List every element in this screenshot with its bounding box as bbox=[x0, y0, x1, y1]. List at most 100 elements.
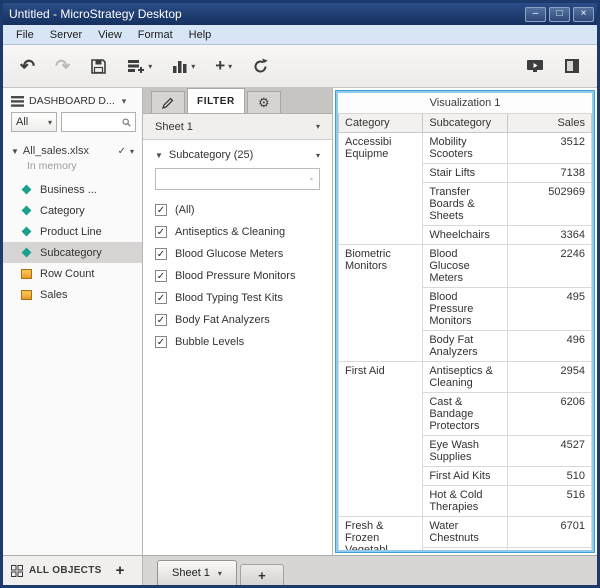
menu-view[interactable]: View bbox=[90, 27, 130, 43]
visualization[interactable]: Visualization 1 Category Subcategory Sales… bbox=[335, 90, 595, 553]
filter-option-blood-typing-test-kits[interactable]: ✓ Blood Typing Test Kits bbox=[143, 287, 332, 309]
sales-cell[interactable]: 3364 bbox=[506, 225, 592, 245]
redo-button[interactable]: ↷ bbox=[50, 53, 75, 79]
filter-option-all[interactable]: ✓ (All) bbox=[143, 199, 332, 221]
sales-cell[interactable]: 6701 bbox=[506, 516, 592, 548]
add-object-button[interactable]: + bbox=[116, 562, 125, 579]
sales-cell[interactable]: 496 bbox=[506, 330, 592, 362]
filter-option-label: Antiseptics & Cleaning bbox=[175, 226, 286, 238]
filter-option-blood-glucose-meters[interactable]: ✓ Blood Glucose Meters bbox=[143, 243, 332, 265]
subcategory-cell[interactable]: Watercress bbox=[422, 547, 508, 550]
sales-cell[interactable]: 510 bbox=[506, 466, 592, 486]
filter-attribute-header[interactable]: ▼ Subcategory (25) ▾ bbox=[143, 140, 332, 168]
presentation-mode-button[interactable] bbox=[521, 54, 549, 78]
subcategory-cell[interactable]: Transfer Boards & Sheets bbox=[422, 182, 508, 226]
column-header-sales[interactable]: Sales bbox=[506, 114, 592, 133]
filter-option-blood-pressure-monitors[interactable]: ✓ Blood Pressure Monitors bbox=[143, 265, 332, 287]
subcategory-cell[interactable]: Antiseptics & Cleaning bbox=[422, 361, 508, 393]
chevron-down-icon[interactable]: ▾ bbox=[218, 569, 222, 578]
sidebar-search-input[interactable] bbox=[66, 115, 120, 129]
minimize-button[interactable]: – bbox=[525, 6, 546, 22]
checkbox-icon[interactable]: ✓ bbox=[155, 314, 167, 326]
sales-cell[interactable]: 516 bbox=[506, 485, 592, 517]
subcategory-cell[interactable]: First Aid Kits bbox=[422, 466, 508, 486]
all-objects-footer[interactable]: ALL OBJECTS + bbox=[3, 556, 143, 585]
subcategory-cell[interactable]: Water Chestnuts bbox=[422, 516, 508, 548]
checkbox-icon[interactable]: ✓ bbox=[155, 248, 167, 260]
tab-filter[interactable]: FILTER bbox=[187, 88, 245, 113]
category-cell[interactable]: Biometric Monitors bbox=[338, 244, 424, 362]
sales-cell[interactable]: 2954 bbox=[506, 361, 592, 393]
subcategory-cell[interactable]: Eye Wash Supplies bbox=[422, 435, 508, 467]
maximize-button[interactable]: □ bbox=[549, 6, 570, 22]
visualization-title[interactable]: Visualization 1 bbox=[338, 93, 592, 114]
filter-search-input[interactable] bbox=[162, 172, 308, 186]
dataset-row[interactable]: ▼ All_sales.xlsx ✓ ▾ bbox=[3, 141, 142, 159]
menu-format[interactable]: Format bbox=[130, 27, 181, 43]
sidebar-item-sales[interactable]: Sales bbox=[3, 284, 142, 305]
column-header-subcategory[interactable]: Subcategory bbox=[422, 114, 508, 133]
add-data-button[interactable]: ▾ bbox=[122, 54, 157, 78]
add-sheet-tab[interactable]: + bbox=[239, 564, 284, 585]
tab-edit[interactable] bbox=[151, 91, 185, 113]
sales-cell[interactable]: 6700 bbox=[506, 547, 592, 550]
column-header-category[interactable]: Category bbox=[338, 114, 424, 133]
sales-cell[interactable]: 495 bbox=[506, 287, 592, 331]
menu-server[interactable]: Server bbox=[42, 27, 90, 43]
subcategory-cell[interactable]: Hot & Cold Therapies bbox=[422, 485, 508, 517]
sidebar-item-product-line[interactable]: Product Line bbox=[3, 221, 142, 242]
sidebar-searchbox bbox=[61, 112, 136, 132]
subcategory-cell[interactable]: Stair Lifts bbox=[422, 163, 508, 183]
undo-button[interactable]: ↶ bbox=[15, 53, 40, 79]
checkbox-icon[interactable]: ✓ bbox=[155, 292, 167, 304]
subcategory-cell[interactable]: Blood Pressure Monitors bbox=[422, 287, 508, 331]
sales-cell[interactable]: 502969 bbox=[506, 182, 592, 226]
chevron-down-icon[interactable]: ▾ bbox=[316, 151, 320, 160]
menu-file[interactable]: File bbox=[8, 27, 42, 43]
filter-option-body-fat-analyzers[interactable]: ✓ Body Fat Analyzers bbox=[143, 309, 332, 331]
sidebar-controls: All ▾ bbox=[3, 112, 142, 141]
scope-dropdown-value: All bbox=[16, 116, 29, 128]
sheet-selector[interactable]: Sheet 1 ▾ bbox=[143, 114, 332, 140]
datasets-panel-header[interactable]: DASHBOARD D... ▾ bbox=[3, 88, 142, 112]
refresh-button[interactable] bbox=[247, 54, 274, 79]
undo-icon: ↶ bbox=[20, 56, 36, 76]
insert-visualization-button[interactable]: ▾ bbox=[167, 54, 200, 78]
subcategory-cell[interactable]: Mobility Scooters bbox=[422, 132, 508, 164]
menu-help[interactable]: Help bbox=[181, 27, 220, 43]
subcategory-cell[interactable]: Cast & Bandage Protectors bbox=[422, 392, 508, 436]
sidebar-item-business[interactable]: Business ... bbox=[3, 179, 142, 200]
sales-cell[interactable]: 4527 bbox=[506, 435, 592, 467]
sidebar-item-subcategory[interactable]: Subcategory bbox=[3, 242, 142, 263]
checkbox-icon[interactable]: ✓ bbox=[155, 270, 167, 282]
editor-tabs: FILTER ⚙ bbox=[143, 88, 332, 114]
save-button[interactable] bbox=[85, 54, 112, 79]
add-element-button[interactable]: + ▾ bbox=[210, 54, 237, 78]
sidebar-item-row-count[interactable]: Row Count bbox=[3, 263, 142, 284]
category-cell[interactable]: Accessibi Equipme bbox=[338, 132, 424, 245]
tab-settings[interactable]: ⚙ bbox=[246, 91, 281, 113]
title-bar: Untitled - MicroStrategy Desktop – □ × bbox=[3, 3, 597, 25]
checkbox-icon[interactable]: ✓ bbox=[155, 204, 167, 216]
sidebar-item-category[interactable]: Category bbox=[3, 200, 142, 221]
bottom-bar: ALL OBJECTS + Sheet 1 ▾ + bbox=[3, 555, 597, 585]
sales-cell[interactable]: 2246 bbox=[506, 244, 592, 288]
scope-dropdown[interactable]: All ▾ bbox=[11, 112, 57, 132]
sheet-tab[interactable]: Sheet 1 ▾ bbox=[157, 560, 237, 585]
checkbox-icon[interactable]: ✓ bbox=[155, 336, 167, 348]
sales-cell[interactable]: 7138 bbox=[506, 163, 592, 183]
chevron-down-icon[interactable]: ▾ bbox=[130, 147, 134, 156]
close-button[interactable]: × bbox=[573, 6, 594, 22]
sales-cell[interactable]: 3512 bbox=[506, 132, 592, 164]
sales-cell[interactable]: 6206 bbox=[506, 392, 592, 436]
subcategory-cell[interactable]: Body Fat Analyzers bbox=[422, 330, 508, 362]
panel-toggle-button[interactable] bbox=[559, 54, 585, 78]
subcategory-cell[interactable]: Blood Glucose Meters bbox=[422, 244, 508, 288]
filter-option-bubble-levels[interactable]: ✓ Bubble Levels bbox=[143, 331, 332, 353]
category-cell[interactable]: First Aid bbox=[338, 361, 424, 517]
category-cell[interactable]: Fresh & Frozen Vegetabl bbox=[338, 516, 424, 550]
checkbox-icon[interactable]: ✓ bbox=[155, 226, 167, 238]
subcategory-cell[interactable]: Wheelchairs bbox=[422, 225, 508, 245]
filter-option-antiseptics-cleaning[interactable]: ✓ Antiseptics & Cleaning bbox=[143, 221, 332, 243]
filter-option-label: Blood Pressure Monitors bbox=[175, 270, 296, 282]
